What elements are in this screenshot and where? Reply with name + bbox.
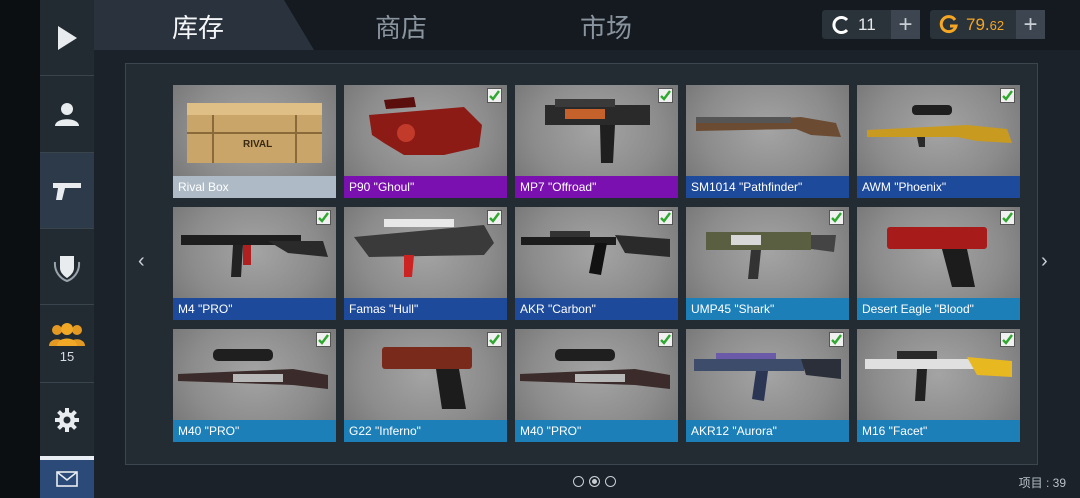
- weapon-image: [865, 351, 1012, 401]
- equipped-check-icon: [658, 332, 673, 347]
- tab-market[interactable]: 市场: [580, 8, 632, 45]
- tab-inventory[interactable]: 库存: [172, 8, 224, 45]
- items-count: 项目 : 39: [1018, 476, 1066, 490]
- weapon-image: [867, 105, 1012, 147]
- crate-image: RIVAL: [187, 103, 322, 163]
- add-credits-button[interactable]: +: [891, 10, 920, 39]
- equipped-check-icon: [829, 210, 844, 225]
- page-dot[interactable]: [573, 476, 584, 487]
- next-page-arrow[interactable]: ›: [1041, 250, 1048, 273]
- sidebar-item-mail[interactable]: [40, 456, 94, 498]
- item-name-label: UMP45 "Shark": [686, 298, 849, 320]
- item-name-label: P90 "Ghoul": [344, 176, 507, 198]
- credits-balance: 11 +: [822, 10, 920, 39]
- equipped-check-icon: [658, 88, 673, 103]
- pagination: [573, 476, 616, 487]
- screen-edge: [0, 0, 40, 498]
- inventory-item-card[interactable]: M16 "Facet": [857, 329, 1020, 442]
- equipped-check-icon: [487, 210, 502, 225]
- weapon-image: [521, 231, 670, 275]
- gold-value-frac: 62: [989, 17, 1005, 33]
- equipped-check-icon: [1000, 88, 1015, 103]
- inventory-item-card[interactable]: M40 "PRO": [515, 329, 678, 442]
- inventory-item-card[interactable]: RIVAL Rival Box: [173, 85, 336, 198]
- weapon-image: [694, 353, 841, 401]
- sidebar-item-play[interactable]: [40, 0, 94, 76]
- sidebar: 15: [40, 0, 94, 498]
- inventory-item-card[interactable]: M4 "PRO": [173, 207, 336, 320]
- inventory-item-card[interactable]: AWM "Phoenix": [857, 85, 1020, 198]
- sidebar-item-inventory[interactable]: [40, 153, 94, 229]
- equipped-check-icon: [487, 88, 502, 103]
- inventory-item-card[interactable]: MP7 "Offroad": [515, 85, 678, 198]
- clan-shield-icon: [53, 255, 81, 282]
- weapon-image: [354, 219, 494, 277]
- item-name-label: Rival Box: [173, 176, 336, 198]
- tab-shop[interactable]: 商店: [375, 8, 427, 45]
- sidebar-item-clan[interactable]: [40, 229, 94, 305]
- inventory-item-card[interactable]: AKR "Carbon": [515, 207, 678, 320]
- friends-icon: [49, 323, 85, 346]
- add-gold-button[interactable]: +: [1016, 10, 1045, 39]
- item-name-label: M40 "PRO": [173, 420, 336, 442]
- equipped-check-icon: [316, 210, 331, 225]
- item-name-label: M4 "PRO": [173, 298, 336, 320]
- item-name-label: Desert Eagle "Blood": [857, 298, 1020, 320]
- gold-value: 79.62: [966, 15, 1004, 35]
- sidebar-item-friends[interactable]: 15: [40, 305, 94, 383]
- item-name-label: AKR "Carbon": [515, 298, 678, 320]
- weapon-image: [545, 99, 650, 163]
- equipped-check-icon: [1000, 332, 1015, 347]
- weapon-image: [887, 227, 987, 287]
- inventory-item-card[interactable]: Famas "Hull": [344, 207, 507, 320]
- svg-text:RIVAL: RIVAL: [243, 139, 272, 150]
- weapon-image: [696, 117, 841, 137]
- item-name-label: M16 "Facet": [857, 420, 1020, 442]
- weapon-image: [382, 347, 472, 409]
- credits-value: 11: [858, 14, 876, 34]
- item-name-label: AWM "Phoenix": [857, 176, 1020, 198]
- credits-c-icon: [830, 14, 852, 36]
- prev-page-arrow[interactable]: ‹: [138, 250, 145, 273]
- page-dot[interactable]: [605, 476, 616, 487]
- weapon-image: [178, 349, 328, 389]
- inventory-item-card[interactable]: M40 "PRO": [173, 329, 336, 442]
- item-name-label: SM1014 "Pathfinder": [686, 176, 849, 198]
- inventory-item-card[interactable]: P90 "Ghoul": [344, 85, 507, 198]
- weapon-image: [369, 97, 482, 155]
- gold-g-icon: [938, 14, 960, 36]
- equipped-check-icon: [1000, 210, 1015, 225]
- play-icon: [58, 25, 77, 50]
- inventory-item-card[interactable]: SM1014 "Pathfinder": [686, 85, 849, 198]
- weapon-image: [181, 235, 328, 277]
- item-name-label: M40 "PRO": [515, 420, 678, 442]
- inventory-item-card[interactable]: Desert Eagle "Blood": [857, 207, 1020, 320]
- equipped-check-icon: [487, 332, 502, 347]
- inventory-item-card[interactable]: AKR12 "Aurora": [686, 329, 849, 442]
- inventory-item-card[interactable]: UMP45 "Shark": [686, 207, 849, 320]
- weapon-image: [706, 232, 836, 279]
- gold-balance: 79.62 +: [930, 10, 1045, 39]
- page-dot-active[interactable]: [589, 476, 600, 487]
- inventory-grid: RIVAL Rival Box P90 "Ghoul" MP7 "Offroad" SM…: [173, 85, 1020, 442]
- mail-icon: [56, 471, 78, 487]
- equipped-check-icon: [658, 210, 673, 225]
- weapon-image: [520, 349, 670, 389]
- inventory-pistol-icon: [53, 182, 81, 200]
- item-name-label: AKR12 "Aurora": [686, 420, 849, 442]
- gold-value-int: 79.: [966, 14, 990, 34]
- item-name-label: MP7 "Offroad": [515, 176, 678, 198]
- equipped-check-icon: [316, 332, 331, 347]
- profile-icon: [55, 103, 79, 126]
- inventory-item-card[interactable]: G22 "Inferno": [344, 329, 507, 442]
- sidebar-item-settings[interactable]: [40, 383, 94, 456]
- item-name-label: G22 "Inferno": [344, 420, 507, 442]
- settings-gear-icon: [55, 407, 79, 432]
- equipped-check-icon: [829, 332, 844, 347]
- item-name-label: Famas "Hull": [344, 298, 507, 320]
- friends-count: 15: [59, 349, 75, 364]
- sidebar-item-profile[interactable]: [40, 76, 94, 153]
